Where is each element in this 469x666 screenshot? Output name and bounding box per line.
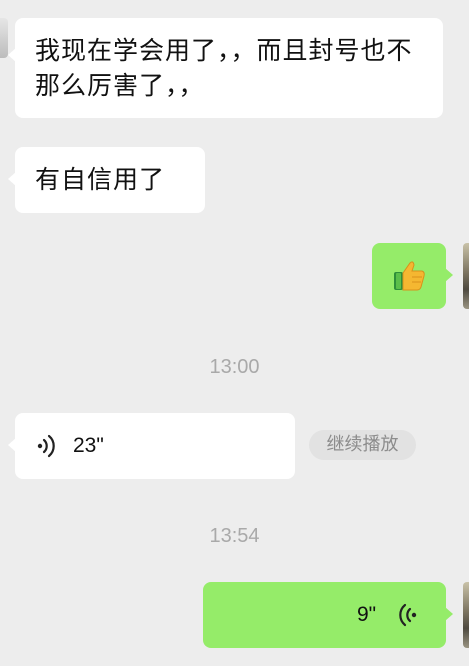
thumbs-up-icon bbox=[391, 257, 427, 293]
avatar[interactable] bbox=[0, 18, 8, 58]
bubble-tail bbox=[445, 268, 453, 282]
avatar[interactable] bbox=[463, 243, 469, 309]
timestamp: 13:54 bbox=[209, 525, 260, 547]
voice-wave-icon bbox=[395, 603, 419, 627]
bubble-tail bbox=[445, 607, 453, 621]
bubble-tail bbox=[8, 438, 16, 452]
continue-playing-button[interactable]: 继续播放 bbox=[309, 430, 416, 460]
incoming-message-bubble[interactable]: 有自信用了 bbox=[8, 147, 205, 213]
outgoing-message-bubble[interactable] bbox=[372, 243, 453, 309]
voice-duration: 23" bbox=[73, 434, 104, 457]
outgoing-voice-message[interactable]: 9" bbox=[203, 582, 453, 648]
incoming-message-bubble[interactable]: 我现在学会用了，，而且封号也不那么厉害了，， bbox=[8, 18, 443, 118]
avatar[interactable] bbox=[463, 582, 469, 648]
voice-duration: 9" bbox=[357, 603, 377, 626]
timestamp: 13:00 bbox=[209, 356, 260, 378]
incoming-voice-message[interactable]: 23" bbox=[8, 413, 295, 479]
bubble-tail bbox=[8, 172, 16, 186]
voice-wave-icon bbox=[35, 434, 59, 458]
bubble-tail bbox=[8, 48, 16, 62]
message-text: 我现在学会用了，，而且封号也不那么厉害了，， bbox=[35, 36, 413, 100]
message-text: 有自信用了 bbox=[35, 165, 166, 194]
